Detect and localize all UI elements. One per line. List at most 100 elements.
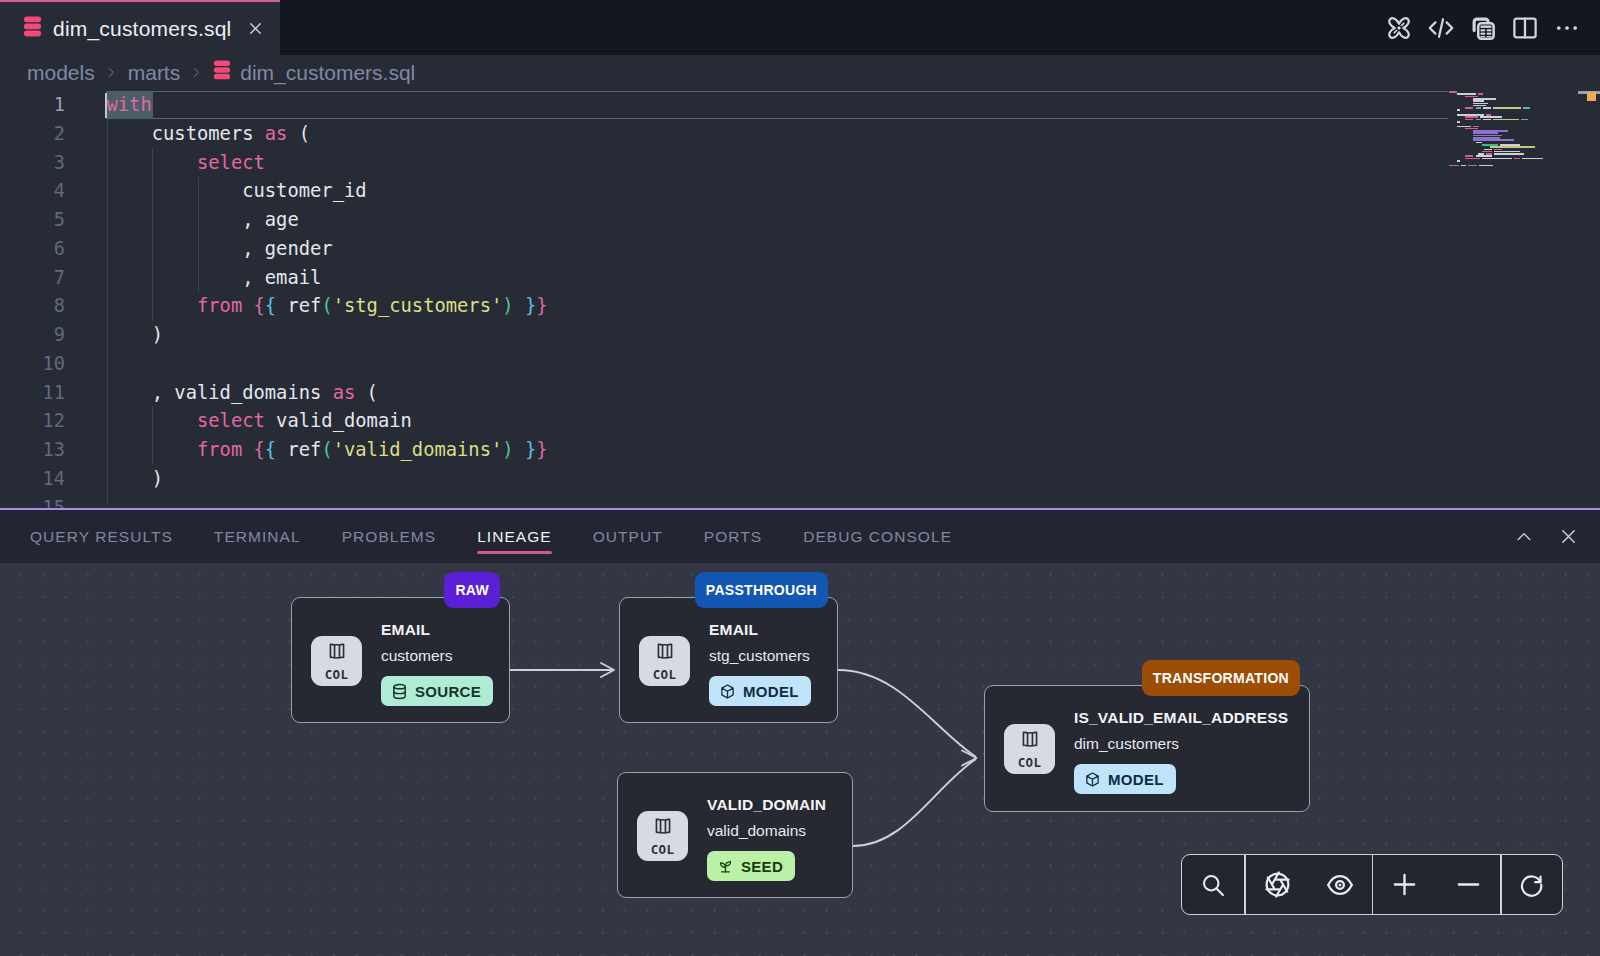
zoom-out-icon[interactable]	[1442, 855, 1494, 914]
indent-guide	[152, 148, 153, 321]
columns-icon	[652, 816, 674, 841]
breadcrumb: models marts dim_customers.sql	[0, 55, 1600, 90]
edge-valid_domains-to-dim_customers	[853, 759, 976, 846]
code-line-text: , email	[107, 264, 322, 293]
node-column-name: EMAIL	[709, 621, 758, 639]
breadcrumb-models[interactable]: models	[27, 61, 95, 85]
lineage-toolbar	[1181, 854, 1563, 915]
cube-icon	[719, 683, 736, 700]
code-line-4: 4 customer_id	[0, 177, 1448, 206]
column-chip-label: COL	[325, 667, 348, 682]
column-chip-label: COL	[1018, 755, 1041, 770]
lineage-node-dim_customers[interactable]: COLIS_VALID_EMAIL_ADDRESSdim_customersMO…	[984, 685, 1310, 812]
minimap[interactable]	[1449, 91, 1580, 508]
breadcrumb-file[interactable]: dim_customers.sql	[213, 60, 415, 85]
code-line-14: 14 )	[0, 465, 1448, 494]
code-icon[interactable]	[1426, 13, 1456, 43]
node-type-label: MODEL	[1108, 771, 1164, 788]
code-line-1: 1 with	[0, 91, 1448, 120]
lineage-badge-transformation: TRANSFORMATION	[1142, 660, 1300, 696]
dbt-extension-icon[interactable]	[1384, 13, 1414, 43]
lineage-node-stg_customers[interactable]: COLEMAILstg_customersMODELPASSTHROUGH	[619, 597, 838, 723]
tab-close-icon[interactable]	[244, 18, 266, 40]
node-model-name: valid_domains	[707, 822, 806, 840]
breadcrumb-marts[interactable]: marts	[128, 61, 181, 85]
code-editor[interactable]: 1with2 customers as (3 select4 customer_…	[0, 90, 1600, 508]
line-number: 8	[0, 292, 65, 321]
node-type-tag-model: MODEL	[1074, 764, 1176, 794]
code-line-text: from {{ ref('stg_customers') }}	[107, 292, 548, 321]
panel-tab-output[interactable]: OUTPUT	[593, 510, 663, 563]
code-line-text: from {{ ref('valid_domains') }}	[107, 436, 548, 465]
database-icon	[213, 60, 231, 85]
code-line-text: , age	[107, 206, 299, 235]
panel-tab-query-results[interactable]: QUERY RESULTS	[30, 510, 173, 563]
code-line-text: , valid_domains as (	[107, 379, 378, 408]
panel-tab-bar: QUERY RESULTS TERMINAL PROBLEMS LINEAGE OUTP…	[0, 510, 1600, 563]
node-type-tag-seed: SEED	[707, 851, 795, 881]
lineage-node-customers[interactable]: COLEMAILcustomersSOURCERAW	[291, 597, 510, 723]
panel-tab-terminal[interactable]: TERMINAL	[214, 510, 301, 563]
lineage-node-valid_domains[interactable]: COL VALID_DOMAIN valid_domains SEED	[617, 772, 853, 898]
code-line-2: 2 customers as (	[0, 120, 1448, 149]
node-type-label: SOURCE	[415, 683, 481, 700]
seed-icon	[717, 858, 734, 875]
code-line-5: 5 , age	[0, 206, 1448, 235]
chevron-up-icon[interactable]	[1513, 526, 1535, 548]
refresh-icon[interactable]	[1506, 855, 1558, 914]
column-chip: COL	[311, 636, 362, 686]
search-icon[interactable]	[1187, 855, 1239, 914]
line-number: 6	[0, 235, 65, 264]
node-type-tag-source: SOURCE	[381, 676, 493, 706]
line-number: 11	[0, 379, 65, 408]
line-number: 1	[0, 91, 65, 120]
eye-icon[interactable]	[1314, 855, 1366, 914]
panel-tab-problems[interactable]: PROBLEMS	[342, 510, 437, 563]
tab-title: dim_customers.sql	[53, 17, 231, 41]
lineage-badge-raw: RAW	[444, 572, 500, 608]
node-column-name: EMAIL	[381, 621, 430, 639]
zoom-in-icon[interactable]	[1379, 855, 1431, 914]
code-line-6: 6 , gender	[0, 235, 1448, 264]
code-line-13: 13 from {{ ref('valid_domains') }}	[0, 436, 1448, 465]
overview-ruler-selection-mark	[1587, 92, 1597, 101]
editor-tab-dim-customers[interactable]: dim_customers.sql	[0, 0, 280, 55]
app-window: dim_customers.sql models marts dim_custo…	[0, 0, 1600, 956]
panel-tab-debug-console[interactable]: DEBUG CONSOLE	[803, 510, 952, 563]
code-line-10: 10	[0, 350, 1448, 379]
code-line-text: )	[107, 321, 164, 350]
line-number: 4	[0, 177, 65, 206]
edge-stg_customers-to-dim_customers	[838, 670, 976, 757]
lineage-canvas[interactable]: COL EMAIL customers SOURCE RAW COL EMAIL stg_cu…	[0, 563, 1600, 956]
line-number: 15	[0, 494, 65, 509]
node-column-name: VALID_DOMAIN	[707, 796, 826, 814]
code-line-3: 3 select	[0, 149, 1448, 178]
code-line-text: customer_id	[107, 177, 367, 206]
panel-tab-ports[interactable]: PORTS	[704, 510, 762, 563]
close-icon[interactable]	[1557, 526, 1579, 548]
code-line-text: , gender	[107, 235, 333, 264]
copy-table-icon[interactable]	[1468, 13, 1498, 43]
indent-guide	[152, 406, 153, 464]
code-line-text: with	[107, 91, 152, 120]
panel-tab-lineage[interactable]: LINEAGE	[477, 510, 552, 563]
line-number: 2	[0, 120, 65, 149]
node-type-label: MODEL	[743, 683, 799, 700]
node-model-name: customers	[381, 647, 453, 665]
column-chip: COL	[639, 636, 690, 686]
editor-tab-bar: dim_customers.sql	[0, 0, 1600, 55]
line-number: 5	[0, 206, 65, 235]
database-icon	[391, 683, 408, 700]
aperture-icon[interactable]	[1251, 855, 1303, 914]
node-model-name: stg_customers	[709, 647, 810, 665]
ellipsis-icon[interactable]	[1552, 13, 1582, 43]
indent-guide	[107, 119, 108, 504]
code-line-8: 8 from {{ ref('stg_customers') }}	[0, 292, 1448, 321]
panel-actions	[1513, 510, 1579, 563]
node-model-name: dim_customers	[1074, 735, 1179, 753]
line-number: 12	[0, 407, 65, 436]
column-chip-label: COL	[651, 842, 674, 857]
code-line-text: customers as (	[107, 120, 311, 149]
split-editor-icon[interactable]	[1510, 13, 1540, 43]
code-line-7: 7 , email	[0, 264, 1448, 293]
